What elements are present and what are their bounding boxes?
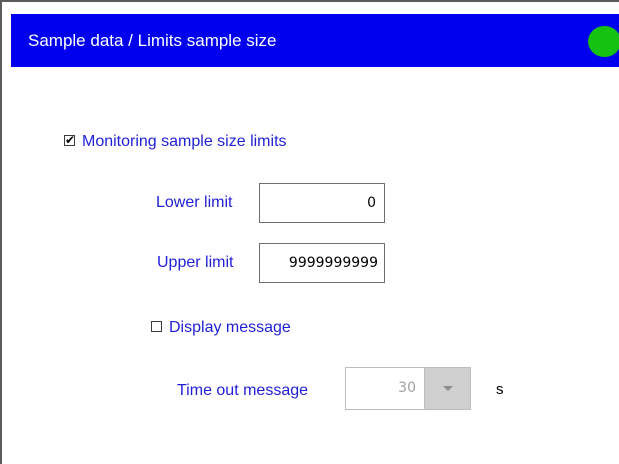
- window-title: Sample data / Limits sample size: [28, 31, 277, 50]
- timeout-value-field[interactable]: 30: [345, 367, 425, 410]
- title-bar: Sample data / Limits sample size: [11, 14, 619, 67]
- timeout-dropdown-button[interactable]: [425, 367, 471, 410]
- timeout-unit: s: [496, 381, 504, 398]
- display-message-checkbox[interactable]: [151, 321, 162, 332]
- lower-limit-input[interactable]: 0: [259, 183, 385, 223]
- upper-limit-label: Upper limit: [157, 254, 234, 271]
- display-message-label: Display message: [169, 319, 291, 336]
- monitoring-label: Monitoring sample size limits: [82, 133, 287, 150]
- upper-limit-input[interactable]: 9999999999: [259, 243, 385, 283]
- checkmark-icon: ✔: [65, 133, 76, 147]
- settings-panel: Sample data / Limits sample size ✔ Monit…: [0, 0, 619, 464]
- chevron-down-icon: [443, 386, 453, 391]
- status-indicator-icon: [588, 26, 619, 57]
- monitoring-checkbox[interactable]: ✔: [64, 133, 76, 147]
- lower-limit-label: Lower limit: [156, 194, 233, 211]
- timeout-label: Time out message: [177, 382, 309, 399]
